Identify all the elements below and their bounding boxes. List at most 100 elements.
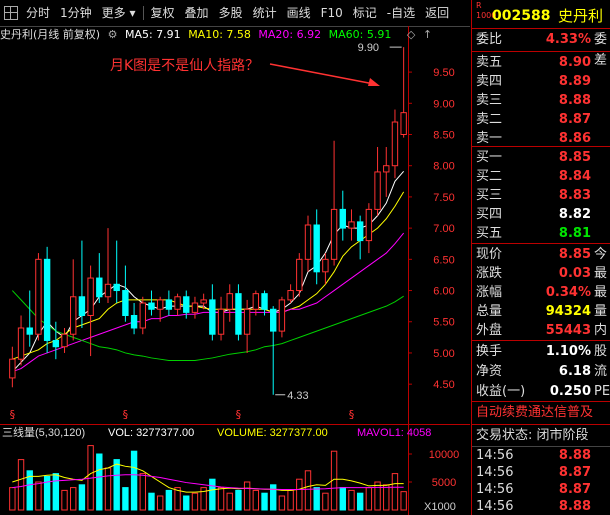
dividend-marker-icon[interactable]: § bbox=[236, 408, 242, 421]
candle[interactable] bbox=[278, 296, 286, 338]
candle[interactable] bbox=[148, 290, 155, 316]
candle[interactable] bbox=[374, 146, 381, 216]
y-tick-label: 7.50 bbox=[433, 192, 454, 204]
stat-row: 现价 8.85 今 bbox=[472, 244, 610, 265]
volume-bar bbox=[304, 470, 312, 511]
stat2-row: 净资 6.18 流 bbox=[472, 361, 610, 382]
candle[interactable] bbox=[356, 215, 364, 260]
candle-body bbox=[165, 299, 173, 310]
candle-body bbox=[365, 208, 373, 242]
candle[interactable] bbox=[296, 253, 303, 297]
volume-bar bbox=[9, 487, 16, 511]
candle[interactable] bbox=[70, 259, 77, 341]
volume-bar bbox=[130, 450, 138, 511]
overlay-button[interactable]: 叠加 bbox=[180, 3, 214, 23]
candle[interactable] bbox=[383, 146, 390, 197]
stat2-row-extra: 流 bbox=[594, 364, 608, 379]
candle[interactable] bbox=[191, 296, 199, 319]
candle[interactable] bbox=[313, 209, 320, 285]
candle[interactable] bbox=[304, 215, 312, 272]
settings-gear-icon[interactable]: ⚙ bbox=[108, 28, 118, 41]
ad-banner-link[interactable]: 自动续费通达信普及 bbox=[476, 402, 610, 423]
stat-row-extra: 内 bbox=[594, 323, 608, 338]
one-minute-button[interactable]: 1分钟 bbox=[55, 3, 97, 23]
candle-body bbox=[400, 112, 407, 136]
mark-button[interactable]: 标记 bbox=[348, 3, 382, 23]
bid-row-value: 8.81 bbox=[558, 226, 591, 241]
candle[interactable] bbox=[78, 240, 86, 328]
ask-row: 卖四 8.89 bbox=[472, 71, 610, 92]
dividend-marker-icon[interactable]: § bbox=[123, 408, 129, 421]
candle[interactable] bbox=[391, 109, 399, 179]
back-button[interactable]: 返回 bbox=[420, 3, 454, 23]
candle-body bbox=[191, 302, 199, 313]
stat2-row-label: 收益(一) bbox=[476, 384, 526, 399]
volume-bar bbox=[217, 487, 225, 511]
candle[interactable] bbox=[235, 284, 242, 341]
tick-price: 8.87 bbox=[558, 482, 591, 497]
candle[interactable] bbox=[130, 303, 138, 335]
candle-body bbox=[348, 221, 355, 229]
volume-bar bbox=[356, 492, 364, 511]
candle[interactable] bbox=[252, 290, 260, 316]
diamond-icon[interactable]: ◇ bbox=[407, 28, 415, 41]
candle[interactable] bbox=[9, 346, 16, 388]
up-arrow-icon[interactable]: ↑ bbox=[423, 28, 432, 41]
draw-line-button[interactable]: 画线 bbox=[282, 3, 316, 23]
candle[interactable] bbox=[209, 284, 216, 341]
candle[interactable] bbox=[217, 296, 225, 341]
candle[interactable] bbox=[122, 265, 129, 322]
bid-row: 买三 8.83 bbox=[472, 185, 610, 206]
candle[interactable] bbox=[365, 203, 373, 254]
candle[interactable] bbox=[52, 321, 60, 360]
candle[interactable] bbox=[26, 290, 33, 347]
restore-rights-button[interactable]: 复权 bbox=[146, 3, 180, 23]
candle[interactable] bbox=[35, 253, 42, 341]
volume-bar bbox=[148, 492, 155, 511]
candle[interactable] bbox=[104, 228, 112, 304]
volume-label: VOLUME: 3277377.00 bbox=[217, 427, 328, 439]
candle[interactable] bbox=[139, 296, 146, 335]
candle[interactable] bbox=[330, 140, 338, 266]
volume-bar bbox=[104, 467, 112, 511]
f10-button[interactable]: F10 bbox=[316, 3, 348, 23]
candle[interactable] bbox=[400, 47, 407, 138]
volume-chart[interactable]: 100005000 三线量(5,30,120) VOL: 3277377.00 … bbox=[0, 424, 470, 515]
kline-chart[interactable]: 9.50 9.00 8.50 8.00 7.50 7.00 6.50 6.00 5.50 5.00… bbox=[0, 26, 470, 424]
dividend-marker-icon[interactable]: § bbox=[10, 408, 16, 421]
candle[interactable] bbox=[165, 290, 173, 316]
candle[interactable] bbox=[270, 306, 277, 395]
candle[interactable] bbox=[61, 327, 68, 353]
ask-row-value: 8.90 bbox=[558, 55, 591, 70]
candle[interactable] bbox=[113, 240, 120, 304]
dividend-marker-icon[interactable]: § bbox=[349, 408, 355, 421]
volume-bar bbox=[365, 487, 373, 511]
candle[interactable] bbox=[43, 246, 51, 353]
more-periods-button[interactable]: 更多 ▾ bbox=[97, 3, 141, 23]
remove-watchlist-button[interactable]: -自选 bbox=[382, 3, 420, 23]
candle[interactable] bbox=[348, 209, 355, 241]
candle[interactable] bbox=[322, 253, 329, 285]
ask-row: 卖二 8.87 bbox=[472, 109, 610, 130]
multi-stock-button[interactable]: 多股 bbox=[214, 3, 248, 23]
candle[interactable] bbox=[261, 290, 268, 316]
candle[interactable] bbox=[243, 299, 251, 353]
intraday-button[interactable]: 分时 bbox=[21, 3, 55, 23]
candle-body bbox=[9, 358, 16, 379]
grid-icon[interactable] bbox=[4, 6, 18, 20]
candle[interactable] bbox=[17, 315, 25, 366]
candle-body bbox=[122, 290, 129, 317]
volume-bar bbox=[113, 459, 120, 511]
candle[interactable] bbox=[96, 253, 103, 304]
candle[interactable] bbox=[287, 284, 294, 304]
candle[interactable] bbox=[226, 284, 233, 322]
candle-body bbox=[339, 208, 346, 229]
stat2-row: 收益(一) 0.250 PE bbox=[472, 381, 610, 402]
candle[interactable] bbox=[339, 190, 346, 241]
statistics-button[interactable]: 统计 bbox=[248, 3, 282, 23]
candle[interactable] bbox=[174, 293, 181, 316]
volume-bar bbox=[226, 492, 233, 511]
stat-row-value: 0.03 bbox=[558, 266, 591, 281]
chart-toolbar: 分时 1分钟 更多 ▾ 复权 叠加 多股 统计 画线 F10 标记 -自选 返回 bbox=[0, 0, 470, 27]
candle-body bbox=[356, 221, 364, 242]
